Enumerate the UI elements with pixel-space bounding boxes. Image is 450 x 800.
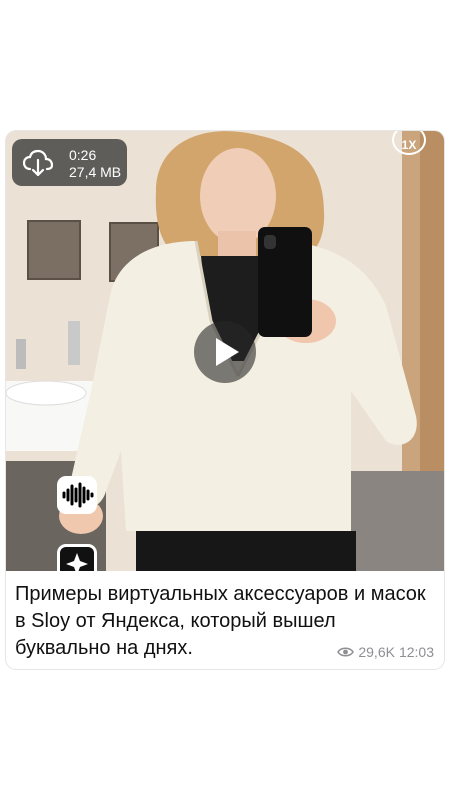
download-badge[interactable]: 0:26 27,4 MB bbox=[12, 139, 127, 186]
play-icon bbox=[216, 338, 239, 366]
speed-label: 1X bbox=[401, 138, 417, 152]
play-button[interactable] bbox=[194, 321, 256, 383]
views-count: 29,6K bbox=[358, 644, 395, 660]
video-duration: 0:26 bbox=[69, 147, 97, 163]
message-time: 12:03 bbox=[398, 644, 434, 660]
views-eye-icon bbox=[337, 647, 355, 657]
video-thumbnail[interactable]: 0:26 27,4 MB 1X bbox=[6, 131, 444, 571]
sparkle-icon bbox=[57, 544, 97, 571]
cloud-download-icon bbox=[23, 149, 53, 177]
video-file-size: 27,4 MB bbox=[69, 164, 122, 180]
message-card: 0:26 27,4 MB 1X Примеры виртуальных аксе… bbox=[6, 131, 444, 669]
sound-wave-icon bbox=[57, 476, 97, 514]
message-meta: 29,6K 12:03 bbox=[337, 644, 434, 660]
